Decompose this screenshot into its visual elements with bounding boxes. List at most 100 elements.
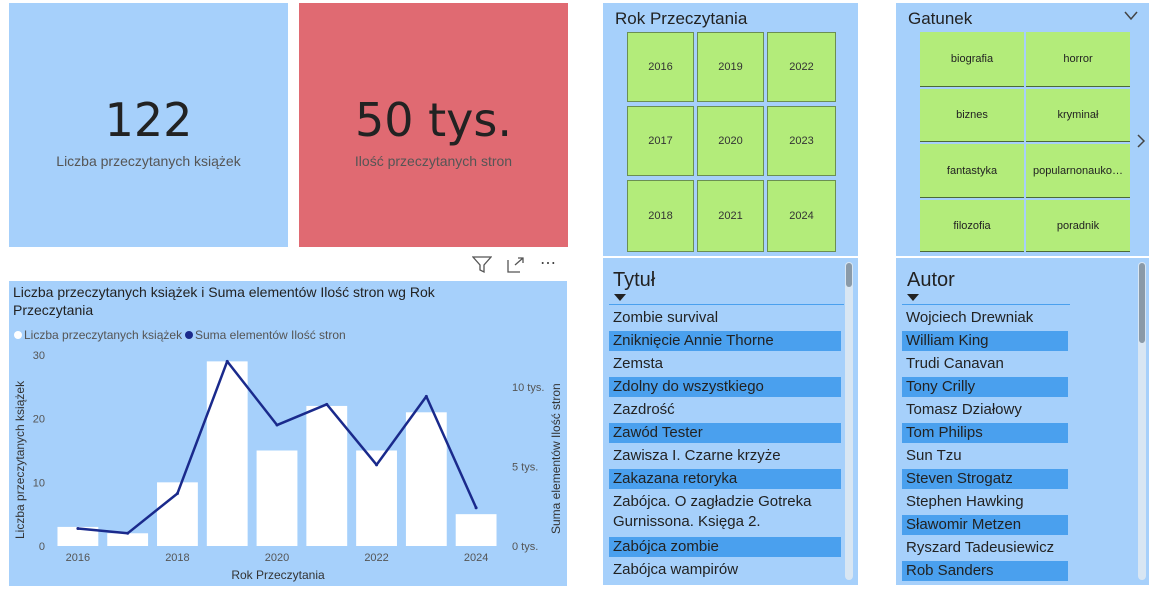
rok-tile[interactable]: 2021 bbox=[697, 180, 764, 252]
chart-bar[interactable] bbox=[455, 514, 497, 546]
combo-chart: Liczba przeczytanych książek Suma elemen… bbox=[13, 328, 563, 582]
list-item[interactable]: Zazdrość bbox=[609, 400, 841, 420]
x-tick-label: 2016 bbox=[66, 552, 90, 564]
list-item-label: Zabójca. O zagładzie Gotreka bbox=[613, 493, 812, 510]
rok-tile[interactable]: 2018 bbox=[627, 180, 694, 252]
chevron-down-icon[interactable] bbox=[1124, 11, 1138, 21]
kpi-books-label: Liczba przeczytanych książek bbox=[56, 153, 241, 169]
kpi-pages-label: Ilość przeczytanych stron bbox=[354, 153, 513, 169]
chart-line-point[interactable] bbox=[474, 506, 478, 510]
list-item[interactable]: Steven Strogatz bbox=[902, 469, 1068, 489]
filter-icon[interactable] bbox=[472, 256, 492, 274]
x-tick-label: 2024 bbox=[464, 552, 488, 564]
list-item[interactable]: Rob Sanders bbox=[902, 561, 1068, 581]
chart-bar[interactable] bbox=[405, 412, 447, 546]
list-item[interactable]: Zabójca. O zagładzie Gotreka Gurnissona. … bbox=[609, 492, 841, 534]
gatunek-tile[interactable]: fantastyka bbox=[920, 144, 1024, 198]
y-tick-label: 30 bbox=[33, 350, 45, 362]
chart-bar[interactable] bbox=[256, 450, 298, 547]
list-item[interactable]: Tom Philips bbox=[902, 423, 1068, 443]
kpi-pages-value: 50 tys. bbox=[354, 93, 512, 147]
chart-line-point[interactable] bbox=[126, 531, 130, 535]
legend-label-line[interactable]: Suma elementów Ilość stron bbox=[195, 328, 346, 342]
chart-bar[interactable] bbox=[107, 533, 149, 546]
autor-scrollbar[interactable] bbox=[1138, 262, 1146, 580]
header-underline bbox=[902, 304, 1070, 305]
rok-tile[interactable]: 2022 bbox=[767, 32, 836, 102]
list-item[interactable]: Zombie survival bbox=[609, 308, 841, 328]
list-item[interactable]: Zakazana retoryka bbox=[609, 469, 841, 489]
list-item[interactable]: Zabójca wampirów bbox=[609, 560, 841, 580]
header-underline bbox=[609, 304, 844, 305]
autor-list-panel[interactable]: Autor Wojciech Drewniak William King Trudi… bbox=[896, 258, 1149, 585]
tytul-scrollbar-thumb[interactable] bbox=[846, 263, 852, 287]
chart-line-point[interactable] bbox=[275, 423, 279, 427]
list-item[interactable]: Wojciech Drewniak bbox=[902, 308, 1068, 328]
gatunek-tile[interactable]: poradnik bbox=[1026, 200, 1130, 252]
chart-line-point[interactable] bbox=[424, 394, 428, 398]
list-item[interactable]: William King bbox=[902, 331, 1068, 351]
sort-down-icon[interactable] bbox=[907, 294, 919, 301]
chart-line-point[interactable] bbox=[76, 526, 80, 530]
list-item[interactable]: Stephen Hawking bbox=[902, 492, 1068, 512]
list-item[interactable]: Tomasz Działowy bbox=[902, 400, 1068, 420]
list-item-label: Zazdrość bbox=[613, 401, 675, 418]
list-item[interactable]: Tony Crilly bbox=[902, 377, 1068, 397]
list-item-label: Gurnissona. Księga 2. bbox=[613, 513, 761, 530]
x-axis-title: Rok Przeczytania bbox=[231, 568, 325, 582]
list-item-label: Stephen Hawking bbox=[906, 493, 1024, 510]
autor-scrollbar-thumb[interactable] bbox=[1139, 263, 1145, 343]
list-item[interactable]: Zemsta bbox=[609, 354, 841, 374]
rok-tile[interactable]: 2023 bbox=[767, 106, 836, 176]
more-options-icon[interactable]: ⋯ bbox=[540, 253, 557, 273]
list-item[interactable]: Zawisza I. Czarne krzyże bbox=[609, 446, 841, 466]
visual-header: ⋯ bbox=[466, 251, 567, 279]
focus-mode-icon[interactable] bbox=[507, 257, 525, 273]
sort-down-icon[interactable] bbox=[614, 294, 626, 301]
kpi-card-books[interactable]: 122 Liczba przeczytanych książek bbox=[9, 3, 288, 247]
list-item-label: William King bbox=[906, 332, 989, 349]
y-axis-title: Liczba przeczytanych książek bbox=[13, 380, 27, 539]
list-item[interactable]: Trudi Canavan bbox=[902, 354, 1068, 374]
gatunek-slicer[interactable]: Gatunek biografia horror biznes kryminał… bbox=[896, 3, 1149, 256]
gatunek-tile[interactable]: kryminał bbox=[1026, 89, 1130, 142]
gatunek-tile[interactable]: filozofia bbox=[920, 200, 1024, 252]
list-item[interactable]: Sławomir Metzen bbox=[902, 515, 1068, 535]
list-item-label: Zombie survival bbox=[613, 309, 719, 326]
chart-line-point[interactable] bbox=[375, 463, 379, 467]
kpi-card-pages[interactable]: 50 tys. Ilość przeczytanych stron bbox=[299, 3, 568, 247]
list-item[interactable]: Sun Tzu bbox=[902, 446, 1068, 466]
chevron-right-icon[interactable] bbox=[1136, 133, 1146, 149]
rok-slicer-title: Rok Przeczytania bbox=[615, 9, 748, 28]
chart-bar[interactable] bbox=[306, 405, 348, 546]
gatunek-tile[interactable]: horror bbox=[1026, 32, 1130, 87]
chart-line-point[interactable] bbox=[175, 491, 179, 495]
gatunek-tile[interactable]: popularnonauko… bbox=[1026, 144, 1130, 198]
rok-tile[interactable]: 2024 bbox=[767, 180, 836, 252]
list-item[interactable]: Zawód Tester bbox=[609, 423, 841, 443]
chart-line-point[interactable] bbox=[325, 402, 329, 406]
rok-tile[interactable]: 2016 bbox=[627, 32, 694, 102]
gatunek-tile[interactable]: biznes bbox=[920, 89, 1024, 142]
rok-slicer[interactable]: Rok Przeczytania 2016 2017 2018 2019 202… bbox=[603, 3, 858, 256]
tytul-list-panel[interactable]: Tytuł Zombie survival Zniknięcie Annie Th… bbox=[603, 258, 858, 585]
rok-tile[interactable]: 2017 bbox=[627, 106, 694, 176]
legend-marker-line bbox=[185, 331, 193, 339]
gatunek-tile[interactable]: biografia bbox=[920, 32, 1024, 87]
tytul-scrollbar[interactable] bbox=[845, 262, 853, 580]
chart-line-point[interactable] bbox=[225, 359, 229, 363]
list-item[interactable]: Zniknięcie Annie Thorne bbox=[609, 331, 841, 351]
legend-label-bars[interactable]: Liczba przeczytanych książek bbox=[24, 328, 183, 342]
rok-tile[interactable]: 2020 bbox=[697, 106, 764, 176]
autor-list-header: Autor bbox=[907, 269, 955, 291]
list-item-label: Ryszard Tadeusiewicz bbox=[906, 539, 1055, 556]
chart-card[interactable]: Liczba przeczytanych książek i Suma elem… bbox=[9, 281, 567, 586]
list-item[interactable]: Ryszard Tadeusiewicz bbox=[902, 538, 1068, 558]
y-tick-label: 20 bbox=[33, 414, 45, 426]
rok-tile[interactable]: 2019 bbox=[697, 32, 764, 102]
chart-bar[interactable] bbox=[206, 361, 248, 546]
list-item[interactable]: Zdolny do wszystkiego bbox=[609, 377, 841, 397]
list-item-label: Zakazana retoryka bbox=[613, 470, 738, 487]
kpi-books-value: 122 bbox=[104, 93, 193, 147]
list-item[interactable]: Zabójca zombie bbox=[609, 537, 841, 557]
